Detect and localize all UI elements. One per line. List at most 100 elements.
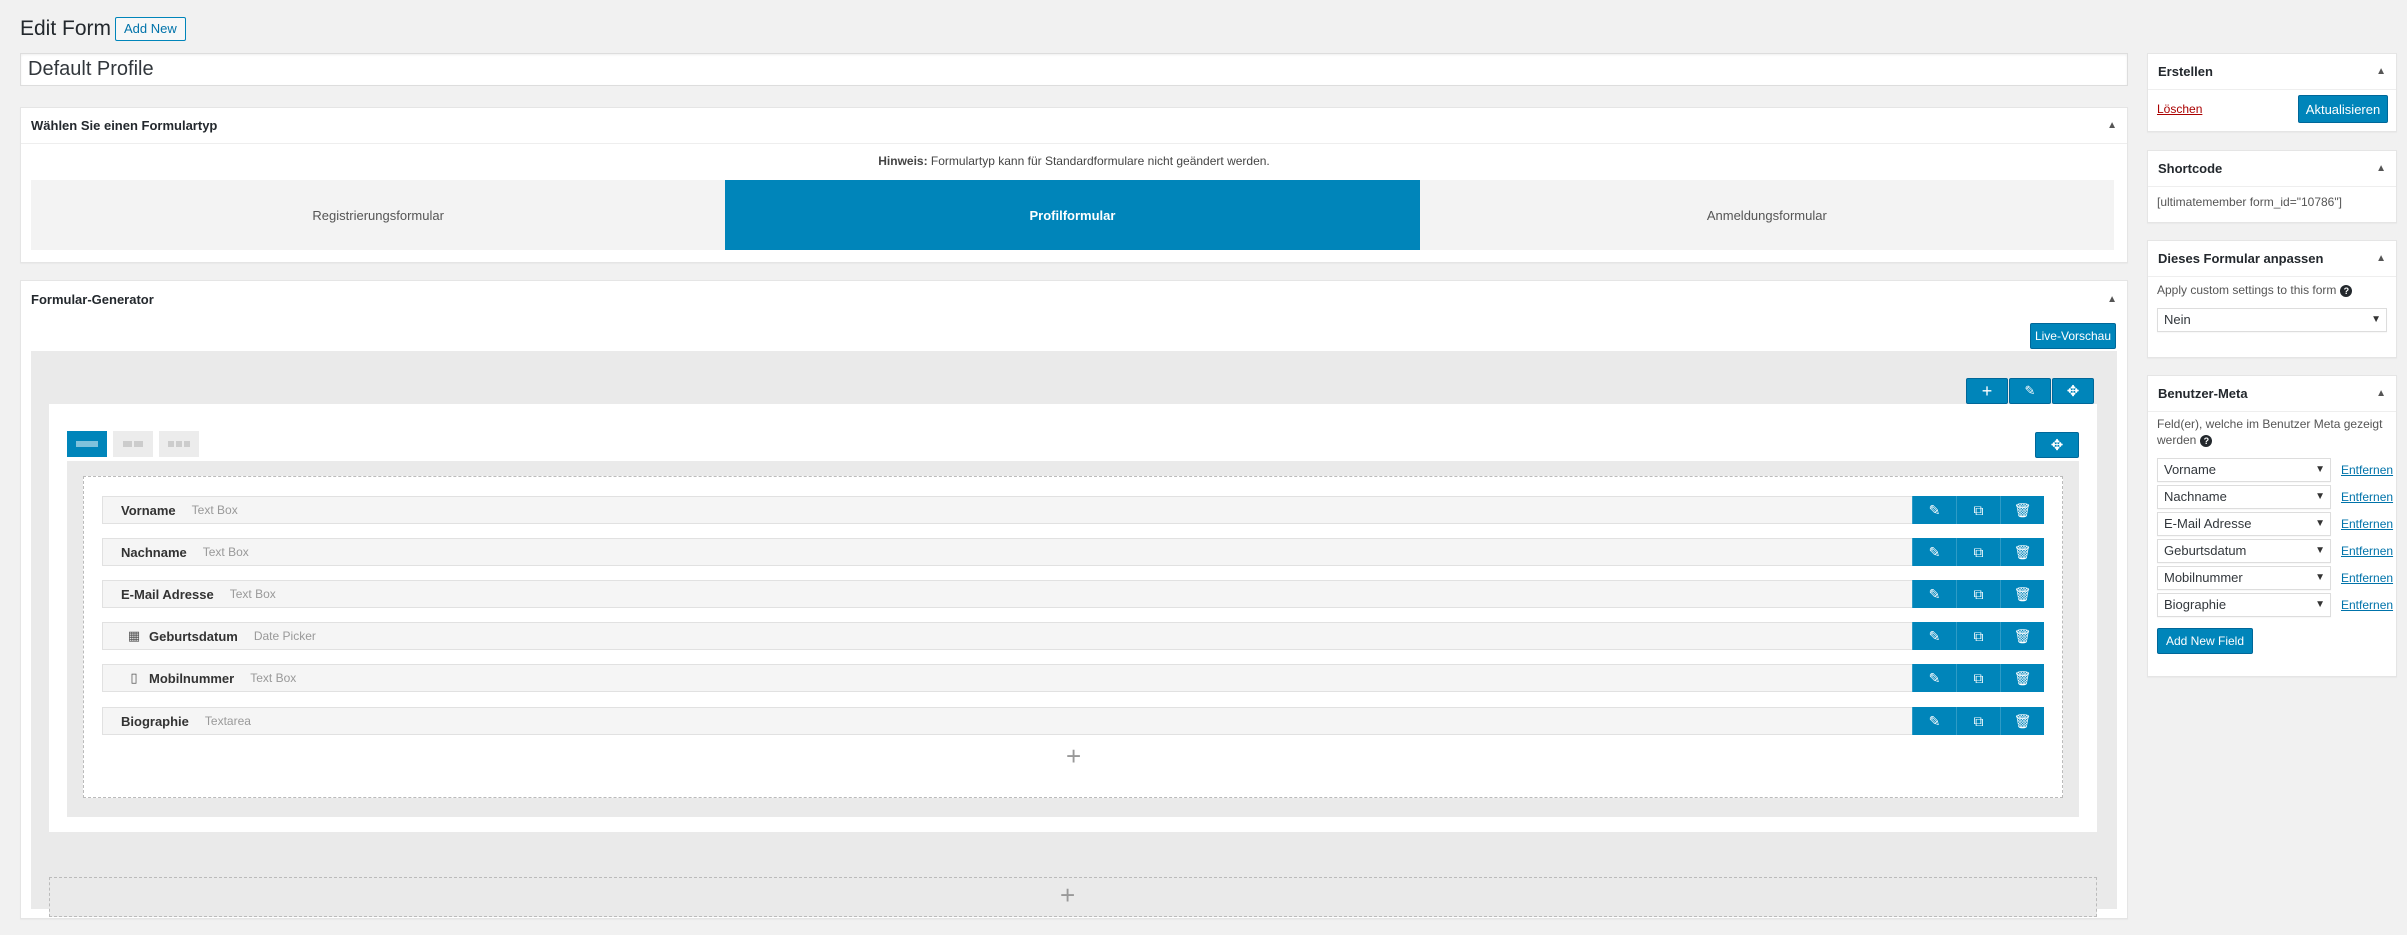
collapse-toggle-icon[interactable]: ▲	[2376, 163, 2386, 174]
field-type: Textarea	[204, 714, 251, 728]
user-meta-select[interactable]: Geburtsdatum ▼	[2157, 539, 2331, 563]
move-column-icon[interactable]: ✥	[2035, 432, 2079, 458]
field-row[interactable]: Biographie Textarea ✎ ⧉ 🗑	[102, 707, 2044, 735]
shortcode-box-header[interactable]: Shortcode ▲	[2148, 151, 2396, 187]
field-label: Nachname	[121, 544, 187, 560]
edit-field-icon[interactable]: ✎	[1912, 496, 1956, 524]
dropdown-arrow-icon: ▼	[2315, 491, 2325, 502]
delete-field-icon[interactable]: 🗑	[2000, 538, 2044, 566]
field-row[interactable]: ▦ Geburtsdatum Date Picker ✎ ⧉ 🗑	[102, 622, 2044, 650]
live-preview-button[interactable]: Live-Vorschau	[2030, 323, 2116, 349]
edit-field-icon[interactable]: ✎	[1912, 622, 1956, 650]
update-button[interactable]: Aktualisieren	[2298, 95, 2388, 123]
help-icon[interactable]: ?	[2340, 284, 2353, 297]
edit-field-icon[interactable]: ✎	[1912, 580, 1956, 608]
delete-field-icon[interactable]: 🗑	[2000, 496, 2044, 524]
duplicate-field-icon[interactable]: ⧉	[1956, 707, 2000, 735]
delete-field-icon[interactable]: 🗑	[2000, 664, 2044, 692]
remove-meta-link[interactable]: Entfernen	[2341, 598, 2393, 612]
add-section-icon[interactable]: +	[1060, 880, 1075, 911]
user-meta-box-header[interactable]: Benutzer-Meta ▲	[2148, 376, 2396, 412]
edit-field-icon[interactable]: ✎	[1912, 664, 1956, 692]
field-row[interactable]: ▯ Mobilnummer Text Box ✎ ⧉ 🗑	[102, 664, 2044, 692]
customize-box-title: Dieses Formular anpassen	[2158, 251, 2324, 266]
publish-box: Erstellen ▲ Löschen Aktualisieren	[2147, 53, 2397, 132]
customize-select-value: Nein	[2164, 312, 2191, 327]
builder-canvas: + ✎ ✥ ✥ Vorname Text Box ✎ ⧉ 🗑 Nachname …	[31, 351, 2117, 917]
form-type-box-header[interactable]: Wählen Sie einen Formulartyp ▲	[21, 108, 2127, 144]
field-actions: ✎ ⧉ 🗑	[1912, 664, 2044, 692]
add-new-button[interactable]: Add New	[115, 17, 186, 41]
add-row-icon[interactable]: +	[1966, 378, 2008, 404]
duplicate-field-icon[interactable]: ⧉	[1956, 580, 2000, 608]
user-meta-select[interactable]: Vorname ▼	[2157, 458, 2331, 482]
delete-field-icon[interactable]: 🗑	[2000, 622, 2044, 650]
form-title-input[interactable]: Default Profile	[20, 53, 2128, 86]
duplicate-field-icon[interactable]: ⧉	[1956, 538, 2000, 566]
notice-label: Hinweis:	[878, 154, 928, 168]
notice-text: Formulartyp kann für Standardformulare n…	[927, 154, 1270, 168]
add-field-icon[interactable]: +	[1066, 741, 1081, 772]
one-column-layout-icon[interactable]	[67, 431, 107, 457]
duplicate-field-icon[interactable]: ⧉	[1956, 664, 2000, 692]
user-meta-select[interactable]: Biographie ▼	[2157, 593, 2331, 617]
delete-field-icon[interactable]: 🗑	[2000, 580, 2044, 608]
form-type-box-title: Wählen Sie einen Formulartyp	[31, 118, 218, 133]
field-row[interactable]: E-Mail Adresse Text Box ✎ ⧉ 🗑	[102, 580, 2044, 608]
move-row-icon[interactable]: ✥	[2052, 378, 2094, 404]
duplicate-field-icon[interactable]: ⧉	[1956, 622, 2000, 650]
field-row[interactable]: Vorname Text Box ✎ ⧉ 🗑	[102, 496, 2044, 524]
mobile-icon: ▯	[130, 670, 138, 685]
collapse-toggle-icon[interactable]: ▲	[2376, 388, 2386, 399]
form-type-profile[interactable]: Profilformular	[725, 180, 1420, 250]
remove-meta-link[interactable]: Entfernen	[2341, 544, 2393, 558]
add-section-dropzone[interactable]: +	[49, 877, 2097, 917]
form-builder-box-header[interactable]: Formular-Generator ▲	[21, 281, 2127, 317]
user-meta-description-row: Feld(er), welche im Benutzer Meta gezeig…	[2157, 416, 2392, 448]
customize-box: Dieses Formular anpassen ▲ Apply custom …	[2147, 240, 2397, 358]
field-row[interactable]: Nachname Text Box ✎ ⧉ 🗑	[102, 538, 2044, 566]
collapse-toggle-icon[interactable]: ▲	[2107, 120, 2117, 131]
form-type-login[interactable]: Anmeldungsformular	[1420, 180, 2114, 250]
delete-field-icon[interactable]: 🗑	[2000, 707, 2044, 735]
dropdown-arrow-icon: ▼	[2315, 545, 2325, 556]
field-type: Text Box	[229, 587, 276, 601]
add-new-field-button[interactable]: Add New Field	[2157, 628, 2253, 654]
remove-meta-link[interactable]: Entfernen	[2341, 463, 2393, 477]
collapse-toggle-icon[interactable]: ▲	[2376, 66, 2386, 77]
user-meta-select[interactable]: E-Mail Adresse ▼	[2157, 512, 2331, 536]
remove-meta-link[interactable]: Entfernen	[2341, 490, 2393, 504]
publish-box-header[interactable]: Erstellen ▲	[2148, 54, 2396, 90]
remove-meta-link[interactable]: Entfernen	[2341, 571, 2393, 585]
field-actions: ✎ ⧉ 🗑	[1912, 622, 2044, 650]
delete-link[interactable]: Löschen	[2157, 102, 2202, 116]
user-meta-select[interactable]: Mobilnummer ▼	[2157, 566, 2331, 590]
user-meta-box-title: Benutzer-Meta	[2158, 386, 2248, 401]
publish-box-title: Erstellen	[2158, 64, 2213, 79]
duplicate-field-icon[interactable]: ⧉	[1956, 496, 2000, 524]
field-actions: ✎ ⧉ 🗑	[1912, 538, 2044, 566]
customize-box-header[interactable]: Dieses Formular anpassen ▲	[2148, 241, 2396, 277]
edit-row-icon[interactable]: ✎	[2009, 378, 2051, 404]
customize-select[interactable]: Nein ▼	[2157, 308, 2387, 332]
field-type: Date Picker	[253, 629, 316, 643]
form-type-registration[interactable]: Registrierungsformular	[31, 180, 725, 250]
edit-field-icon[interactable]: ✎	[1912, 538, 1956, 566]
collapse-toggle-icon[interactable]: ▲	[2376, 253, 2386, 264]
field-label: Mobilnummer	[149, 670, 235, 686]
three-column-layout-icon[interactable]	[159, 431, 199, 457]
remove-meta-link[interactable]: Entfernen	[2341, 517, 2393, 531]
dropdown-arrow-icon: ▼	[2315, 572, 2325, 583]
column-dropzone: Vorname Text Box ✎ ⧉ 🗑 Nachname Text Box…	[83, 476, 2063, 798]
page-title: Edit Form	[20, 17, 112, 40]
dropdown-arrow-icon: ▼	[2315, 464, 2325, 475]
collapse-toggle-icon[interactable]: ▲	[2107, 294, 2117, 305]
user-meta-select-value: Vorname	[2164, 462, 2217, 477]
user-meta-description: Feld(er), welche im Benutzer Meta gezeig…	[2157, 417, 2383, 447]
help-icon[interactable]: ?	[2200, 434, 2213, 447]
field-type: Text Box	[250, 671, 297, 685]
form-type-notice: Hinweis: Formulartyp kann für Standardfo…	[21, 154, 2127, 168]
edit-field-icon[interactable]: ✎	[1912, 707, 1956, 735]
two-column-layout-icon[interactable]	[113, 431, 153, 457]
user-meta-select[interactable]: Nachname ▼	[2157, 485, 2331, 509]
